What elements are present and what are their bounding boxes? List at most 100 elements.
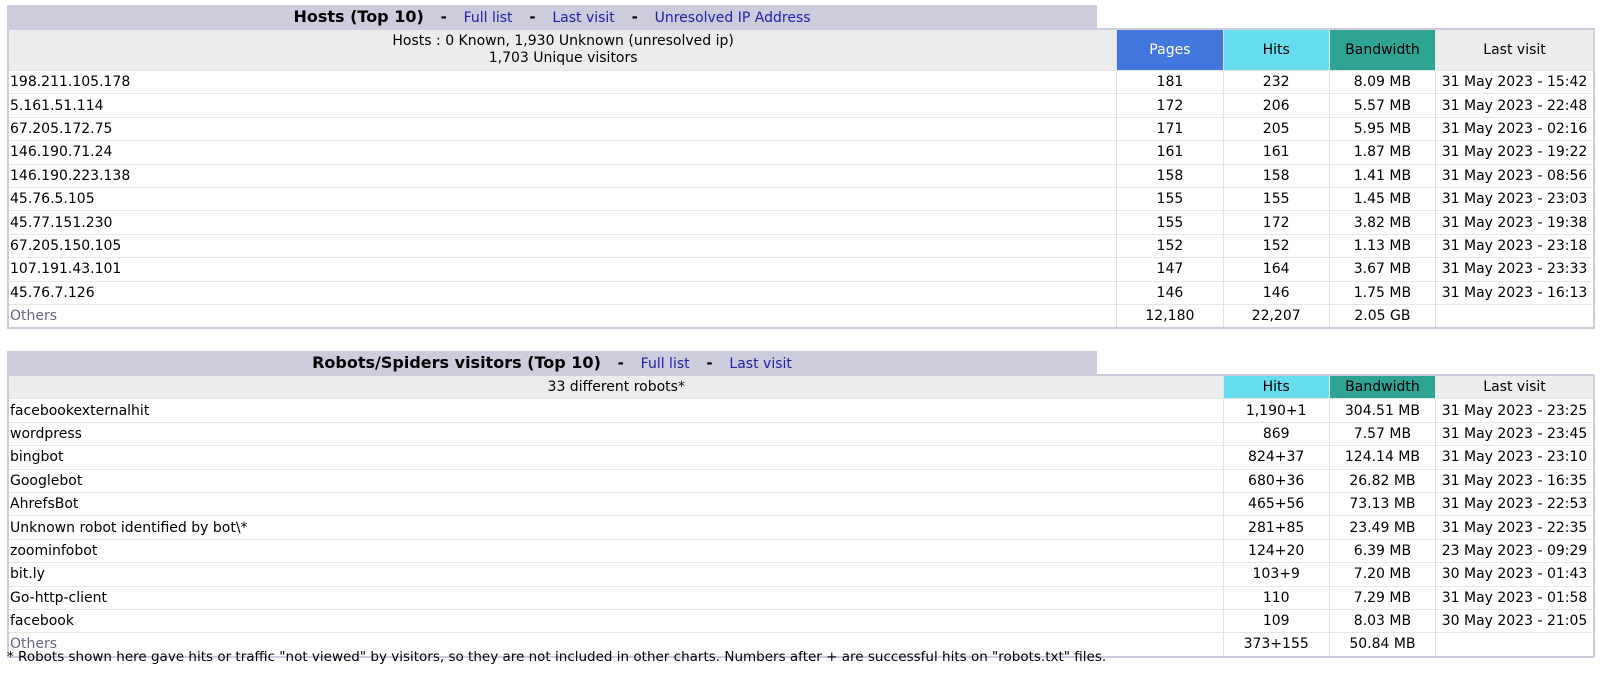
hosts-section: Hosts (Top 10) - Full list - Last visit … xyxy=(7,5,1595,330)
robot-bandwidth: 7.57 MB xyxy=(1328,422,1436,447)
robot-last-visit: 23 May 2023 - 09:29 xyxy=(1435,539,1594,564)
robot-name: bit.ly xyxy=(8,562,1224,587)
host-pages: 172 xyxy=(1116,93,1224,118)
robot-name: Go-http-client xyxy=(8,586,1224,610)
robot-name: Googlebot xyxy=(8,469,1224,493)
host-pages: 152 xyxy=(1116,234,1224,259)
host-ip: 5.161.51.114 xyxy=(8,93,1117,118)
host-hits: 164 xyxy=(1222,257,1330,282)
hits-column-header: Hits xyxy=(1222,29,1330,71)
table-row: 146.190.71.24 161 161 1.87 MB 31 May 202… xyxy=(8,140,1594,165)
robots-last-visit-link[interactable]: Last visit xyxy=(729,356,791,372)
others-label: Others xyxy=(8,304,1117,329)
host-pages: 171 xyxy=(1116,117,1224,142)
others-last-visit xyxy=(1435,304,1594,329)
robot-last-visit: 31 May 2023 - 22:35 xyxy=(1435,515,1594,540)
hosts-table: Hosts : 0 Known, 1,930 Unknown (unresolv… xyxy=(7,28,1595,330)
others-bandwidth: 50.84 MB xyxy=(1328,632,1436,658)
robot-name: Unknown robot identified by bot\* xyxy=(8,515,1224,540)
bandwidth-column-header: Bandwidth xyxy=(1328,375,1436,400)
host-hits: 172 xyxy=(1222,210,1330,235)
host-bandwidth: 3.82 MB xyxy=(1328,210,1436,235)
table-row: facebookexternalhit 1,190+1 304.51 MB 31… xyxy=(8,398,1594,423)
host-last-visit: 31 May 2023 - 15:42 xyxy=(1435,70,1594,95)
host-last-visit: 31 May 2023 - 08:56 xyxy=(1435,164,1594,188)
robot-bandwidth: 26.82 MB xyxy=(1328,469,1436,493)
host-last-visit: 31 May 2023 - 23:18 xyxy=(1435,234,1594,259)
robot-hits: 281+85 xyxy=(1222,515,1330,540)
host-hits: 146 xyxy=(1222,281,1330,305)
robot-hits: 1,190+1 xyxy=(1222,398,1330,423)
robot-bandwidth: 124.14 MB xyxy=(1328,445,1436,470)
host-pages: 181 xyxy=(1116,70,1224,95)
table-row: 45.77.151.230 155 172 3.82 MB 31 May 202… xyxy=(8,210,1594,235)
robot-hits: 103+9 xyxy=(1222,562,1330,587)
robot-bandwidth: 7.20 MB xyxy=(1328,562,1436,587)
host-hits: 155 xyxy=(1222,187,1330,212)
table-row: wordpress 869 7.57 MB 31 May 2023 - 23:4… xyxy=(8,422,1594,447)
last-visit-column-header: Last visit xyxy=(1435,375,1594,400)
host-pages: 146 xyxy=(1116,281,1224,305)
hosts-others-row: Others 12,180 22,207 2.05 GB xyxy=(8,304,1594,329)
host-pages: 161 xyxy=(1116,140,1224,165)
title-separator: - xyxy=(617,354,624,372)
robot-bandwidth: 6.39 MB xyxy=(1328,539,1436,564)
table-row: 67.205.172.75 171 205 5.95 MB 31 May 202… xyxy=(8,117,1594,142)
robot-name: facebook xyxy=(8,609,1224,634)
robot-bandwidth: 7.29 MB xyxy=(1328,586,1436,610)
host-hits: 158 xyxy=(1222,164,1330,188)
robot-last-visit: 31 May 2023 - 23:25 xyxy=(1435,398,1594,423)
title-separator: - xyxy=(706,354,713,372)
robot-hits: 109 xyxy=(1222,609,1330,634)
robot-bandwidth: 23.49 MB xyxy=(1328,515,1436,540)
hosts-full-list-link[interactable]: Full list xyxy=(464,10,513,26)
robots-full-list-link[interactable]: Full list xyxy=(641,356,690,372)
robots-header-row: 33 different robots* Hits Bandwidth Last… xyxy=(8,375,1594,400)
robot-bandwidth: 304.51 MB xyxy=(1328,398,1436,423)
host-pages: 147 xyxy=(1116,257,1224,282)
hosts-last-visit-link[interactable]: Last visit xyxy=(552,10,614,26)
host-last-visit: 31 May 2023 - 23:33 xyxy=(1435,257,1594,282)
table-row: 146.190.223.138 158 158 1.41 MB 31 May 2… xyxy=(8,164,1594,188)
hits-column-header: Hits xyxy=(1222,375,1330,400)
table-row: 45.76.7.126 146 146 1.75 MB 31 May 2023 … xyxy=(8,281,1594,305)
hosts-summary-cell: Hosts : 0 Known, 1,930 Unknown (unresolv… xyxy=(8,29,1117,71)
host-ip: 146.190.71.24 xyxy=(8,140,1117,165)
robots-table: 33 different robots* Hits Bandwidth Last… xyxy=(7,374,1595,658)
others-hits: 22,207 xyxy=(1222,304,1330,329)
host-bandwidth: 1.13 MB xyxy=(1328,234,1436,259)
host-bandwidth: 1.41 MB xyxy=(1328,164,1436,188)
host-ip: 45.76.5.105 xyxy=(8,187,1117,212)
host-ip: 67.205.172.75 xyxy=(8,117,1117,142)
host-last-visit: 31 May 2023 - 23:03 xyxy=(1435,187,1594,212)
robot-last-visit: 31 May 2023 - 16:35 xyxy=(1435,469,1594,493)
host-bandwidth: 3.67 MB xyxy=(1328,257,1436,282)
title-separator: - xyxy=(529,8,536,26)
host-hits: 205 xyxy=(1222,117,1330,142)
host-last-visit: 31 May 2023 - 19:22 xyxy=(1435,140,1594,165)
robot-name: zoominfobot xyxy=(8,539,1224,564)
robot-last-visit: 31 May 2023 - 23:45 xyxy=(1435,422,1594,447)
hosts-header-row: Hosts : 0 Known, 1,930 Unknown (unresolv… xyxy=(8,29,1594,71)
others-last-visit xyxy=(1435,632,1594,658)
robots-title-bar: Robots/Spiders visitors (Top 10) - Full … xyxy=(7,351,1097,375)
host-ip: 107.191.43.101 xyxy=(8,257,1117,282)
robots-title: Robots/Spiders visitors (Top 10) xyxy=(312,353,601,372)
host-hits: 152 xyxy=(1222,234,1330,259)
bandwidth-column-header: Bandwidth xyxy=(1328,29,1436,71)
hosts-unresolved-ip-link[interactable]: Unresolved IP Address xyxy=(655,10,811,26)
table-row: bingbot 824+37 124.14 MB 31 May 2023 - 2… xyxy=(8,445,1594,470)
robot-last-visit: 30 May 2023 - 21:05 xyxy=(1435,609,1594,634)
others-pages: 12,180 xyxy=(1116,304,1224,329)
robot-bandwidth: 8.03 MB xyxy=(1328,609,1436,634)
robot-name: wordpress xyxy=(8,422,1224,447)
table-row: 5.161.51.114 172 206 5.57 MB 31 May 2023… xyxy=(8,93,1594,118)
host-last-visit: 31 May 2023 - 22:48 xyxy=(1435,93,1594,118)
host-bandwidth: 8.09 MB xyxy=(1328,70,1436,95)
host-bandwidth: 1.87 MB xyxy=(1328,140,1436,165)
host-bandwidth: 5.95 MB xyxy=(1328,117,1436,142)
table-row: Googlebot 680+36 26.82 MB 31 May 2023 - … xyxy=(8,469,1594,493)
host-ip: 45.76.7.126 xyxy=(8,281,1117,305)
robot-hits: 124+20 xyxy=(1222,539,1330,564)
robot-last-visit: 31 May 2023 - 22:53 xyxy=(1435,492,1594,517)
